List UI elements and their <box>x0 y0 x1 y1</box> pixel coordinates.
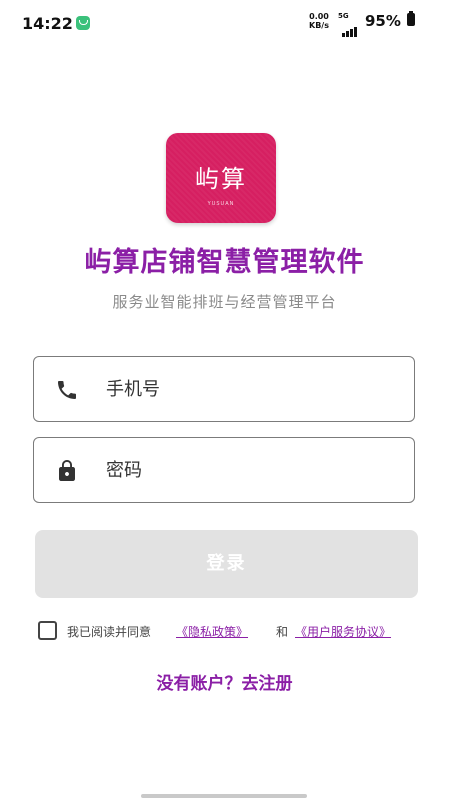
app-logo: 屿算 YUSUAN <box>166 133 276 223</box>
agreement-checkbox[interactable] <box>38 621 57 640</box>
signal-icon: 5G <box>338 12 360 37</box>
network-speed: 0.00 KB/s <box>305 12 333 30</box>
agreement-row: 我已阅读并同意 《隐私政策》 和 《用户服务协议》 <box>38 620 438 642</box>
app-title: 屿算店铺智慧管理软件 <box>84 247 365 278</box>
app-subtitle: 服务业智能排班与经营管理平台 <box>112 293 337 311</box>
logo-subtext: YUSUAN <box>207 201 235 207</box>
status-time: 14:22 <box>22 14 73 33</box>
agreement-prefix: 我已阅读并同意 <box>67 625 152 639</box>
battery-icon <box>407 11 415 26</box>
phone-field[interactable] <box>33 356 415 422</box>
battery-level: 95% <box>365 12 401 30</box>
lock-icon <box>54 459 80 483</box>
logo-text: 屿算 <box>195 165 247 193</box>
login-button[interactable]: 登录 <box>35 530 418 598</box>
status-bar: 14:22 0.00 KB/s 5G 95% <box>0 0 449 44</box>
home-indicator[interactable] <box>141 794 307 798</box>
phone-input[interactable] <box>106 370 396 408</box>
password-input[interactable] <box>106 451 396 489</box>
agreement-and: 和 <box>276 625 289 639</box>
network-speed-unit: KB/s <box>309 21 329 30</box>
message-notification-icon <box>76 16 90 30</box>
user-agreement-link[interactable]: 《用户服务协议》 <box>295 623 391 640</box>
phone-icon <box>54 378 80 402</box>
network-speed-value: 0.00 <box>309 12 329 21</box>
password-field[interactable] <box>33 437 415 503</box>
privacy-policy-link[interactable]: 《隐私政策》 <box>176 623 248 640</box>
register-link[interactable]: 没有账户？去注册 <box>0 669 449 694</box>
